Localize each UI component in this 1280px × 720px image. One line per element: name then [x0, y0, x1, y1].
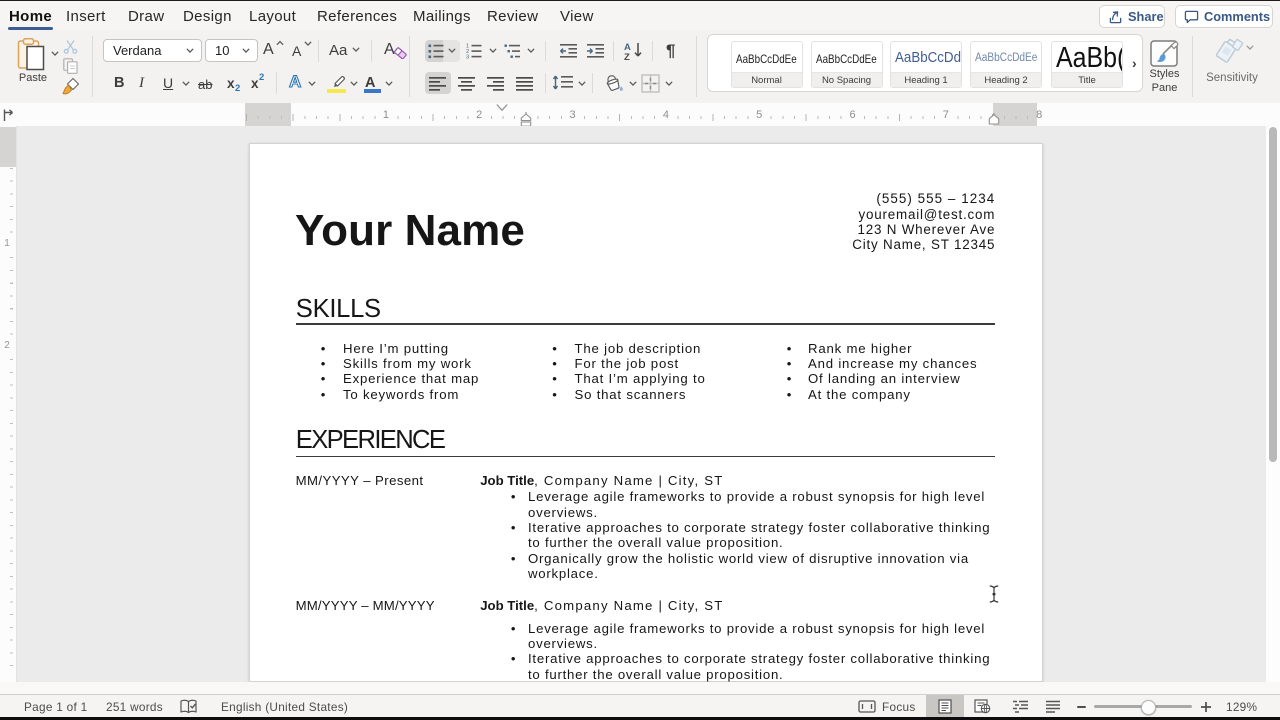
svg-text:3: 3 — [466, 55, 469, 60]
svg-text:Z: Z — [624, 52, 630, 61]
